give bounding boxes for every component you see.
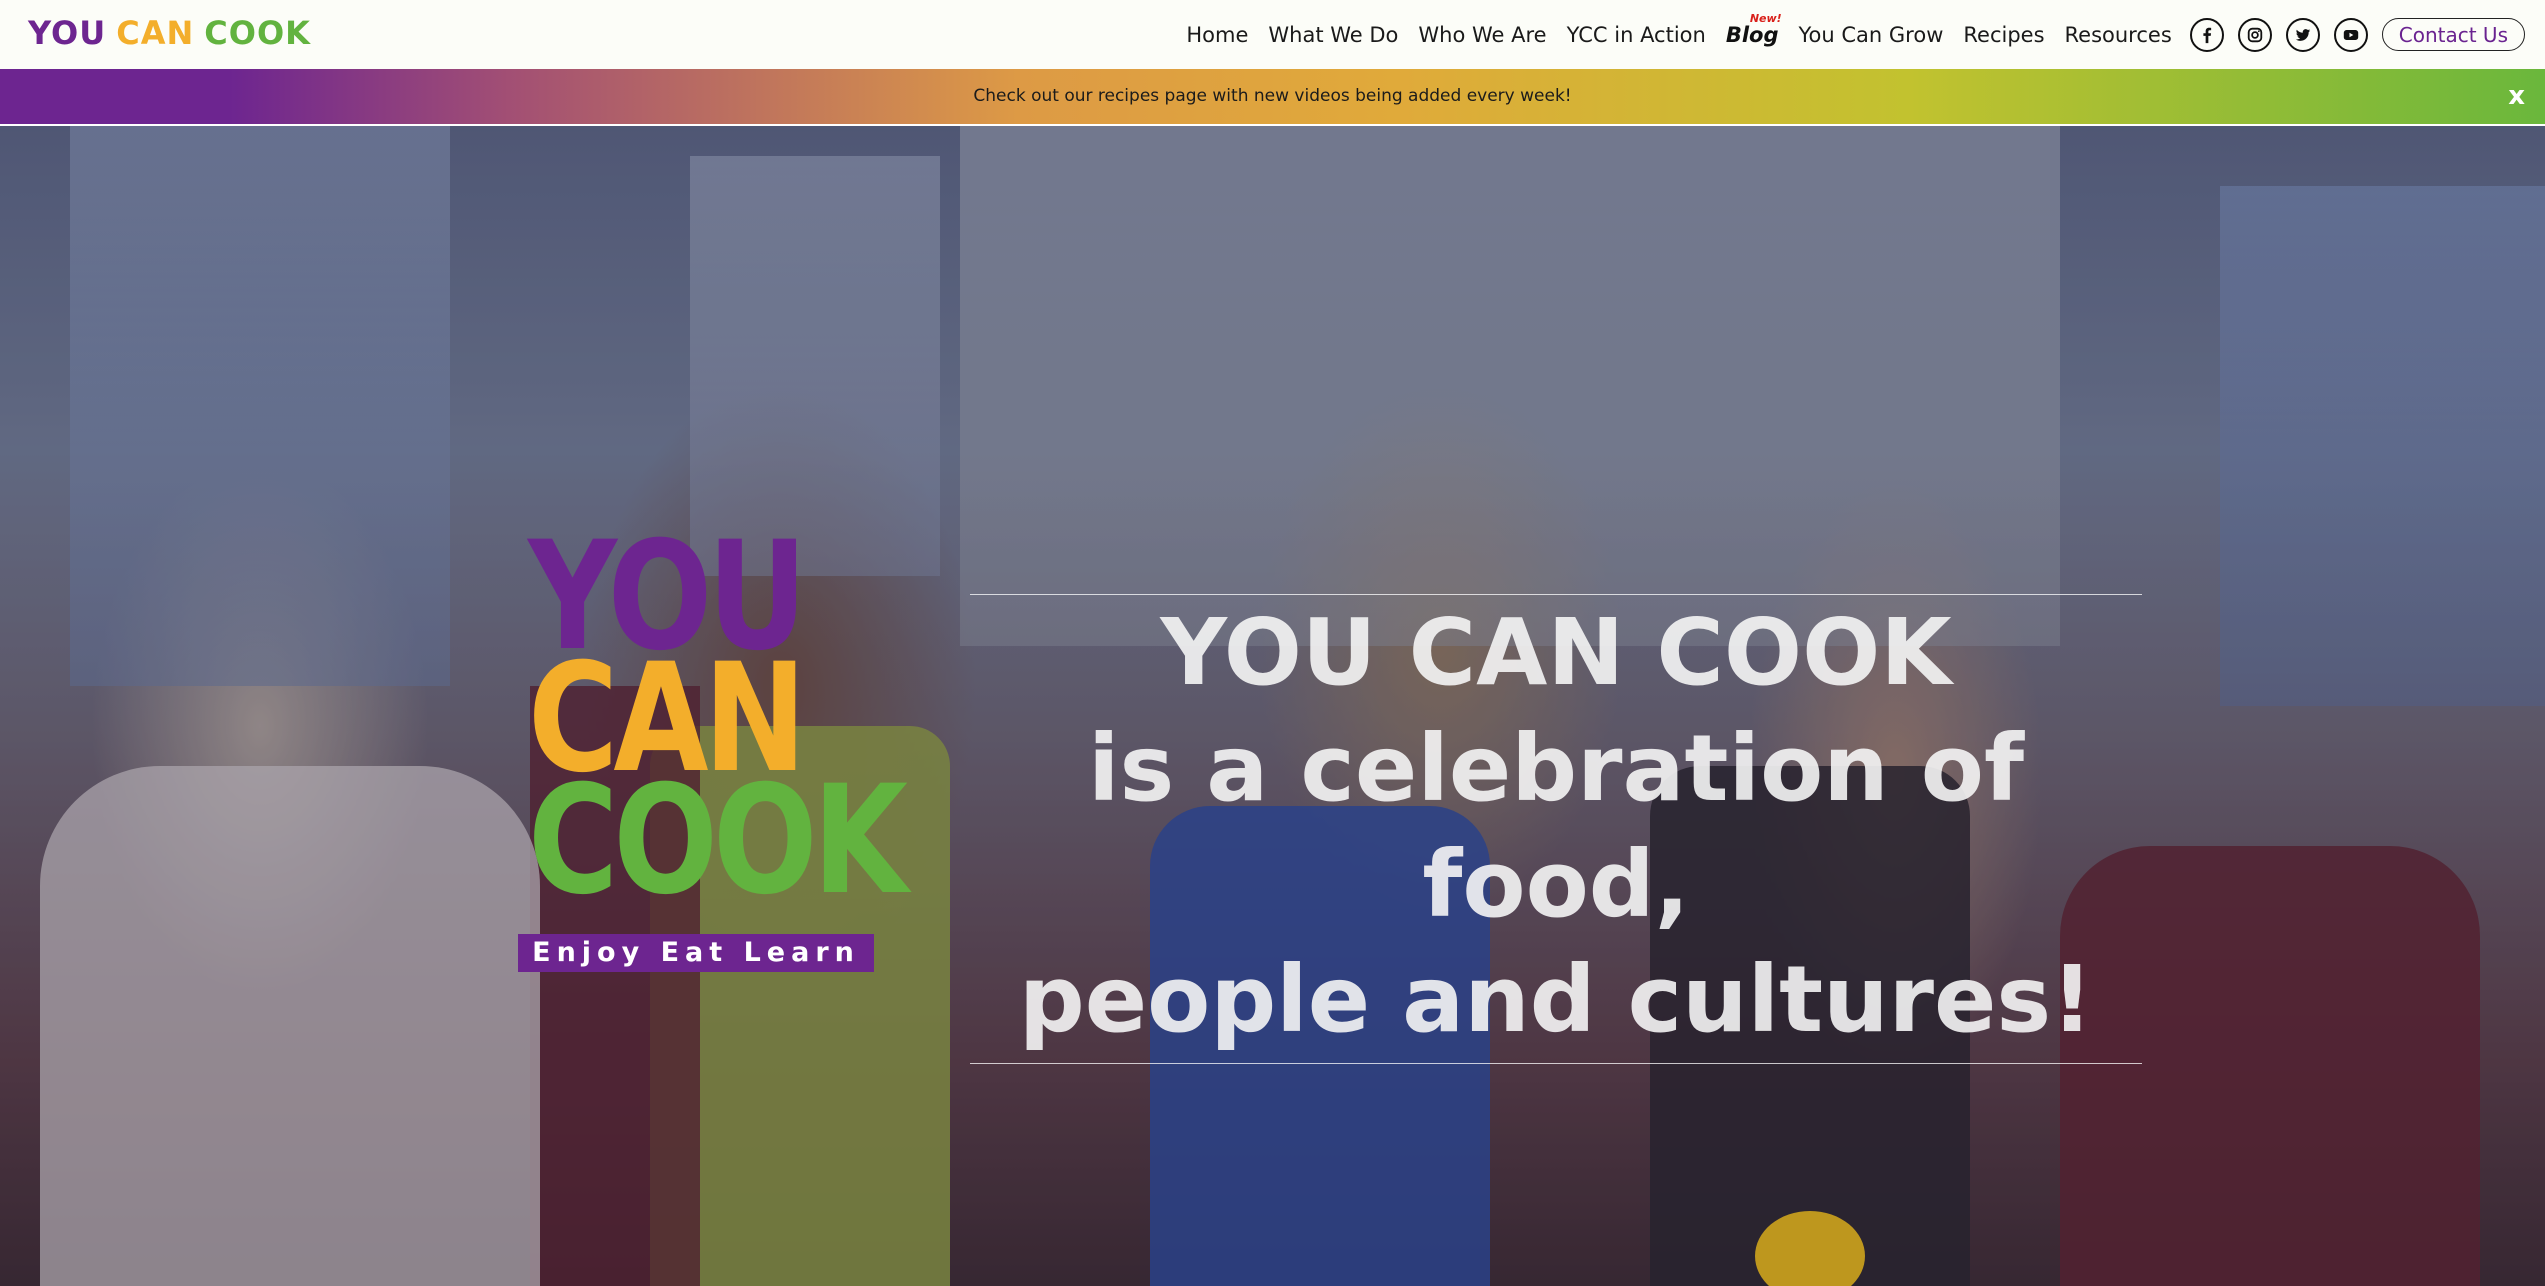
- brand-word-you: YOU: [28, 14, 107, 52]
- hero-logo: YOU CAN COOK Enjoy Eat Learn: [518, 522, 908, 972]
- hero-logo-tagline: Enjoy Eat Learn: [518, 934, 874, 972]
- nav-resources[interactable]: Resources: [2065, 23, 2172, 47]
- nav-who-we-are[interactable]: Who We Are: [1418, 23, 1546, 47]
- main-nav: Home What We Do Who We Are YCC in Action…: [1186, 0, 2525, 69]
- announcement-text[interactable]: Check out our recipes page with new vide…: [0, 86, 2545, 106]
- blog-new-badge: New!: [1749, 11, 1782, 25]
- hero-title-line2: is a celebration of food,: [1087, 715, 2025, 938]
- brand-word-can: CAN: [116, 14, 195, 52]
- site-header: YOU CAN COOK Home What We Do Who We Are YC…: [0, 0, 2545, 69]
- youtube-icon[interactable]: [2333, 17, 2368, 52]
- nav-blog[interactable]: New! Blog: [1725, 12, 1782, 47]
- nav-home[interactable]: Home: [1186, 23, 1248, 47]
- nav-ycc-in-action[interactable]: YCC in Action: [1567, 23, 1706, 47]
- hero-title-line3: people and cultures!: [1018, 946, 2094, 1053]
- announcement-close-button[interactable]: x: [2508, 81, 2525, 111]
- nav-what-we-do[interactable]: What We Do: [1268, 23, 1398, 47]
- contact-us-button[interactable]: Contact Us: [2381, 18, 2525, 51]
- nav-blog-label: Blog: [1725, 22, 1779, 47]
- twitter-icon[interactable]: [2285, 17, 2320, 52]
- hero-logo-cook: COOK: [528, 754, 908, 928]
- announcement-bar: Check out our recipes page with new vide…: [0, 69, 2545, 126]
- nav-recipes[interactable]: Recipes: [1963, 23, 2044, 47]
- brand-word-cook: COOK: [204, 14, 311, 52]
- nav-you-can-grow[interactable]: You Can Grow: [1799, 23, 1944, 47]
- brand-logo[interactable]: YOU CAN COOK: [28, 14, 321, 52]
- hero-heading: YOU CAN COOK is a celebration of food, p…: [970, 594, 2142, 1064]
- hero-title-line1: YOU CAN COOK: [1160, 599, 1952, 706]
- hero-section: YOU CAN COOK Enjoy Eat Learn YOU CAN COO…: [0, 126, 2545, 1286]
- facebook-icon[interactable]: [2189, 17, 2224, 52]
- instagram-icon[interactable]: [2237, 17, 2272, 52]
